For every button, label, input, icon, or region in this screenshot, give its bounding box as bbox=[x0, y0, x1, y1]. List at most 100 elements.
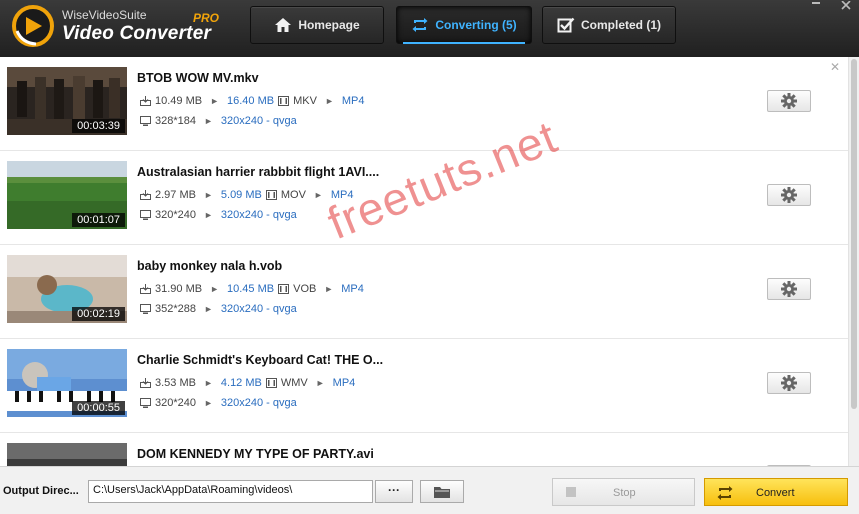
film-icon bbox=[265, 378, 277, 388]
video-title: BTOB WOW MV.mkv bbox=[137, 71, 259, 85]
source-format: MOV bbox=[280, 189, 306, 201]
arrow-icon: ► bbox=[204, 304, 213, 314]
settings-button[interactable] bbox=[767, 184, 811, 206]
size-format-row: 3.53 MB ► 4.12 MB WMV ► MP4 bbox=[140, 377, 355, 389]
video-thumbnail[interactable]: 00:01:07 bbox=[7, 161, 127, 229]
stop-icon bbox=[566, 487, 576, 497]
list-scrollbar[interactable] bbox=[848, 57, 859, 466]
scrollbar-thumb[interactable] bbox=[851, 59, 857, 409]
arrow-icon: ► bbox=[324, 284, 334, 294]
tab-homepage[interactable]: Homepage bbox=[250, 6, 384, 44]
close-icon bbox=[841, 1, 851, 10]
stop-button[interactable]: Stop bbox=[552, 478, 695, 506]
output-size: 10.45 MB bbox=[227, 283, 275, 295]
video-duration: 00:01:07 bbox=[72, 213, 125, 227]
source-resolution: 328*184 bbox=[155, 115, 196, 127]
conversion-queue-list: 00:03:39 BTOB WOW MV.mkv 10.49 MB ► 16.4… bbox=[0, 57, 848, 466]
monitor-icon bbox=[140, 304, 151, 314]
video-thumbnail[interactable]: 00:00:55 bbox=[7, 349, 127, 417]
output-format[interactable]: MP4 bbox=[341, 283, 364, 295]
list-item: DOM KENNEDY MY TYPE OF PARTY.avi bbox=[0, 433, 848, 466]
source-size: 31.90 MB bbox=[155, 283, 203, 295]
resolution-row: 320*240 ► 320x240 - qvga bbox=[140, 209, 297, 221]
video-duration: 00:00:55 bbox=[72, 401, 125, 415]
list-item: 00:03:39 BTOB WOW MV.mkv 10.49 MB ► 16.4… bbox=[0, 57, 848, 151]
output-resolution[interactable]: 320x240 - qvga bbox=[221, 397, 297, 409]
arrow-icon: ► bbox=[210, 96, 220, 106]
file-size-icon bbox=[140, 378, 151, 388]
list-item: 00:02:19 baby monkey nala h.vob 31.90 MB… bbox=[0, 245, 848, 339]
convert-button[interactable]: Convert bbox=[704, 478, 848, 506]
browse-button[interactable]: ··· bbox=[375, 480, 413, 503]
arrow-icon: ► bbox=[313, 190, 323, 200]
active-tab-indicator bbox=[403, 42, 525, 44]
film-icon bbox=[278, 284, 290, 294]
gear-icon bbox=[781, 187, 797, 203]
monitor-icon bbox=[140, 398, 151, 408]
folder-icon bbox=[434, 486, 450, 498]
output-resolution[interactable]: 320x240 - qvga bbox=[221, 303, 297, 315]
output-format[interactable]: MP4 bbox=[342, 95, 365, 107]
minimize-icon bbox=[812, 2, 820, 4]
video-thumbnail[interactable] bbox=[7, 443, 127, 466]
tab-homepage-label: Homepage bbox=[298, 18, 360, 32]
convert-arrows-icon bbox=[412, 18, 428, 32]
output-size: 5.09 MB bbox=[220, 189, 262, 201]
source-size: 2.97 MB bbox=[155, 189, 196, 201]
arrow-icon: ► bbox=[210, 284, 220, 294]
arrow-icon: ► bbox=[204, 210, 213, 220]
checkbox-icon bbox=[557, 17, 575, 33]
convert-arrows-icon bbox=[717, 486, 733, 500]
convert-button-label: Convert bbox=[756, 487, 795, 499]
video-title: Australasian harrier rabbbit flight 1AVI… bbox=[137, 165, 380, 179]
video-thumbnail[interactable]: 00:02:19 bbox=[7, 255, 127, 323]
video-title: baby monkey nala h.vob bbox=[137, 259, 283, 273]
size-format-row: 2.97 MB ► 5.09 MB MOV ► MP4 bbox=[140, 189, 353, 201]
tab-converting[interactable]: Converting (5) bbox=[396, 6, 532, 44]
output-format[interactable]: MP4 bbox=[331, 189, 354, 201]
gear-icon bbox=[781, 375, 797, 391]
video-thumbnail[interactable]: 00:03:39 bbox=[7, 67, 127, 135]
output-size: 16.40 MB bbox=[227, 95, 275, 107]
output-directory-label: Output Direc... bbox=[3, 485, 79, 497]
tab-converting-label: Converting (5) bbox=[435, 18, 517, 32]
output-resolution[interactable]: 320x240 - qvga bbox=[221, 209, 297, 221]
arrow-icon: ► bbox=[324, 96, 334, 106]
file-size-icon bbox=[140, 284, 151, 294]
brand-suite-name: WiseVideoSuite bbox=[62, 8, 147, 22]
output-size: 4.12 MB bbox=[220, 377, 262, 389]
source-resolution: 320*240 bbox=[155, 397, 196, 409]
size-format-row: 10.49 MB ► 16.40 MB MKV ► MP4 bbox=[140, 95, 365, 107]
tab-completed-label: Completed (1) bbox=[580, 18, 661, 32]
output-resolution[interactable]: 320x240 - qvga bbox=[221, 115, 297, 127]
close-window-button[interactable] bbox=[837, 0, 855, 12]
minimize-button[interactable] bbox=[807, 0, 825, 12]
arrow-icon: ► bbox=[204, 398, 213, 408]
settings-button[interactable] bbox=[767, 372, 811, 394]
source-format: VOB bbox=[293, 283, 317, 295]
title-bar: WiseVideoSuite Video Converter PRO Homep… bbox=[0, 0, 859, 58]
source-size: 10.49 MB bbox=[155, 95, 203, 107]
close-item-icon[interactable]: ✕ bbox=[830, 60, 840, 74]
video-duration: 00:02:19 bbox=[72, 307, 125, 321]
size-format-row: 31.90 MB ► 10.45 MB VOB ► MP4 bbox=[140, 283, 364, 295]
tab-completed[interactable]: Completed (1) bbox=[542, 6, 676, 44]
output-path-field[interactable]: C:\Users\Jack\AppData\Roaming\videos\ bbox=[88, 480, 373, 503]
brand-edition: PRO bbox=[193, 11, 220, 25]
resolution-row: 328*184 ► 320x240 - qvga bbox=[140, 115, 297, 127]
settings-button[interactable] bbox=[767, 90, 811, 112]
open-folder-button[interactable] bbox=[420, 480, 464, 503]
output-format[interactable]: MP4 bbox=[333, 377, 356, 389]
video-title: Charlie Schmidt's Keyboard Cat! THE O... bbox=[137, 353, 384, 367]
source-format: MKV bbox=[293, 95, 317, 107]
footer-bar: Output Direc... C:\Users\Jack\AppData\Ro… bbox=[0, 466, 859, 514]
gear-icon bbox=[781, 93, 797, 109]
video-duration: 00:03:39 bbox=[72, 119, 125, 133]
app-logo-icon bbox=[12, 5, 54, 47]
stop-button-label: Stop bbox=[613, 487, 636, 499]
list-item: 00:01:07 Australasian harrier rabbbit fl… bbox=[0, 151, 848, 245]
arrow-icon: ► bbox=[204, 116, 213, 126]
file-size-icon bbox=[140, 96, 151, 106]
arrow-icon: ► bbox=[315, 378, 325, 388]
settings-button[interactable] bbox=[767, 278, 811, 300]
